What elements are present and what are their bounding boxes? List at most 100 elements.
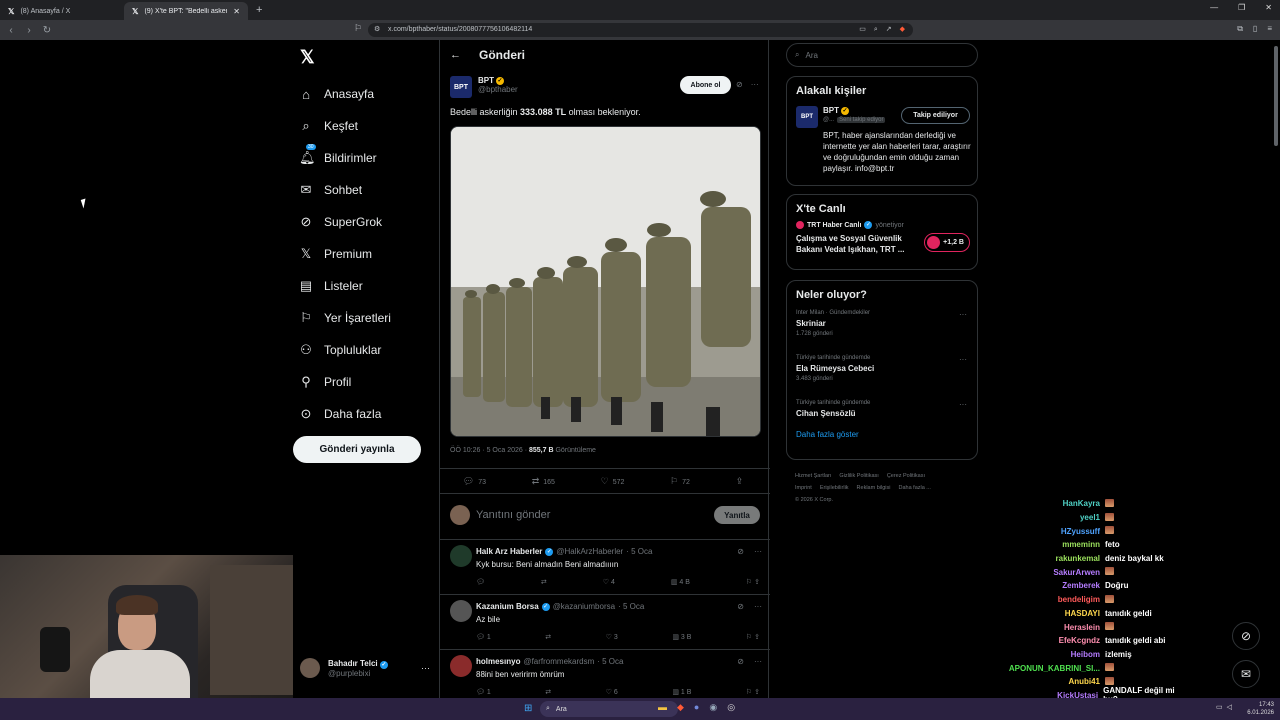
sidebar-item-notifications[interactable]: 🔔︎ 30 Bildirimler bbox=[299, 142, 391, 174]
reply-item[interactable]: Halk Arz Haberler ✓ @HalkArzHaberler · 5 Oc… bbox=[440, 540, 770, 595]
sidebar-item-premium[interactable]: 𝕏 Premium bbox=[299, 238, 391, 270]
chat-username[interactable]: HanKayra bbox=[990, 499, 1105, 508]
following-button[interactable]: Takip ediliyor bbox=[901, 107, 970, 124]
reply-input[interactable]: Yanıtını gönder bbox=[476, 509, 550, 521]
bookmark-icon[interactable]: ⚐ ⇪ bbox=[746, 633, 760, 641]
close-icon[interactable]: ✕ bbox=[233, 7, 240, 16]
grok-icon[interactable]: ⊘ bbox=[737, 657, 744, 666]
chat-username[interactable]: EfeKcgndz bbox=[990, 636, 1105, 645]
footer-link[interactable]: Hizmet Şartları bbox=[795, 473, 831, 479]
more-dots-icon[interactable]: ··· bbox=[959, 400, 967, 409]
footer-link[interactable]: Gizlilik Politikası bbox=[839, 473, 878, 479]
footer-link[interactable]: Reklam bilgisi bbox=[857, 485, 891, 491]
avatar[interactable] bbox=[450, 600, 472, 622]
views-icon[interactable]: ▥ 1 B bbox=[672, 688, 691, 696]
new-tab-button[interactable]: + bbox=[256, 4, 262, 16]
network-icon[interactable]: ▭ bbox=[1216, 703, 1223, 711]
chat-username[interactable]: Anubi41 bbox=[990, 677, 1105, 686]
reply-item[interactable]: Kazanium Borsa ✓ @kazaniumborsa · 5 Oca ⊘ ··… bbox=[440, 595, 770, 650]
tweet-author[interactable]: BPT BPT ✓ @bpthaber bbox=[450, 76, 518, 98]
reload-button[interactable]: ↻ bbox=[40, 25, 54, 36]
footer-link[interactable]: Çerez Politikası bbox=[887, 473, 925, 479]
search-input[interactable]: ⌕ Ara bbox=[786, 43, 978, 67]
sidebar-item-profile[interactable]: ⚲ Profil bbox=[299, 366, 391, 398]
x-logo-icon[interactable]: 𝕏 bbox=[300, 47, 315, 68]
views-icon[interactable]: ▥ 3 B bbox=[672, 633, 691, 641]
reply-date[interactable]: · 5 Oca bbox=[597, 657, 623, 666]
repost-icon[interactable]: ⇄ bbox=[545, 688, 551, 696]
more-dots-icon[interactable]: ··· bbox=[959, 355, 967, 364]
related-person[interactable]: BPT BPT ✓ @... Seni takip ediyor Takip edi… bbox=[787, 103, 977, 183]
more-dots-icon[interactable]: ··· bbox=[754, 547, 762, 556]
brave-browser-icon[interactable]: ◆ bbox=[677, 702, 684, 713]
repost-action[interactable]: ⇄ 165 bbox=[532, 476, 555, 487]
volume-icon[interactable]: ◁ bbox=[1227, 703, 1232, 711]
close-window-button[interactable]: ✕ bbox=[1265, 3, 1272, 12]
more-dots-icon[interactable]: ··· bbox=[754, 602, 762, 611]
bookmark-icon[interactable]: ⚐ ⇪ bbox=[746, 578, 760, 586]
clock[interactable]: 17:43 6.01.2026 bbox=[1247, 701, 1274, 717]
sidebar-item-lists[interactable]: ▤ Listeler bbox=[299, 270, 391, 302]
back-button[interactable]: ‹ bbox=[4, 25, 18, 36]
avatar[interactable] bbox=[450, 545, 472, 567]
avatar[interactable]: BPT bbox=[796, 106, 818, 128]
reply-handle[interactable]: @HalkArzHaberler bbox=[556, 547, 623, 556]
chat-username[interactable]: mmeminn bbox=[990, 540, 1105, 549]
grok-icon[interactable]: ⊘ bbox=[736, 80, 743, 89]
subscribe-button[interactable]: Abone ol bbox=[680, 76, 731, 94]
heart-icon[interactable]: ♡ 4 bbox=[603, 578, 615, 586]
more-dots-icon[interactable]: ··· bbox=[754, 657, 762, 666]
chat-username[interactable]: HZyussuff bbox=[990, 527, 1105, 536]
more-dots-icon[interactable]: ··· bbox=[959, 310, 967, 319]
reply-author[interactable]: Kazanium Borsa bbox=[476, 602, 539, 611]
share-icon[interactable]: ↗ bbox=[886, 23, 892, 37]
chat-username[interactable]: bendeligim bbox=[990, 595, 1105, 604]
tab-post[interactable]: 𝕏 (9) X'te BPT: "Bedelli askerliğin 3...… bbox=[124, 2, 248, 20]
menu-icon[interactable]: ≡ bbox=[1267, 24, 1272, 34]
sidebar-item-supergrok[interactable]: ⊘ SuperGrok bbox=[299, 206, 391, 238]
tweet-photo[interactable] bbox=[450, 126, 761, 437]
share-action[interactable]: ⇪ bbox=[736, 476, 748, 487]
chat-username[interactable]: SakurArwen bbox=[990, 568, 1105, 577]
grok-icon[interactable]: ⊘ bbox=[737, 602, 744, 611]
grok-icon[interactable]: ⊘ bbox=[737, 547, 744, 556]
tab-home[interactable]: 𝕏 (8) Anasayfa / X bbox=[0, 2, 124, 20]
reply-action[interactable]: 💬︎ 73 bbox=[463, 476, 486, 487]
footer-link[interactable]: Erişilebilirlik bbox=[820, 485, 849, 491]
site-info-icon[interactable]: ⚙ bbox=[374, 23, 380, 37]
views-icon[interactable]: ▥ 4 B bbox=[671, 578, 690, 586]
grok-fab-button[interactable]: ⊘ bbox=[1232, 622, 1260, 650]
messages-fab-button[interactable]: ✉ bbox=[1232, 660, 1260, 688]
repost-icon[interactable]: ⇄ bbox=[545, 633, 551, 641]
maximize-button[interactable]: ❐ bbox=[1238, 3, 1245, 12]
bookmark-action[interactable]: ⚐ 72 bbox=[670, 476, 690, 487]
sidebar-item-more[interactable]: ⊙ Daha fazla bbox=[299, 398, 391, 430]
heart-icon[interactable]: ♡ 3 bbox=[606, 633, 618, 641]
footer-link[interactable]: Daha fazla ... bbox=[898, 485, 930, 491]
post-button[interactable]: Gönderi yayınla bbox=[293, 436, 421, 463]
live-listeners-pill[interactable]: +1,2 B bbox=[924, 233, 970, 252]
cast-icon[interactable]: ▭ bbox=[859, 23, 866, 37]
heart-icon[interactable]: ♡ 6 bbox=[606, 688, 618, 696]
live-item[interactable]: TRT Haber Canlı ✓ yönetiyor Çalışma ve Sos… bbox=[787, 221, 977, 263]
shield-icon[interactable]: ◆ bbox=[900, 23, 905, 37]
extensions-icon[interactable]: ⧉ bbox=[1237, 24, 1243, 34]
trend-item[interactable]: Türkiye tarihinde gündemde Cihan Şensözl… bbox=[787, 397, 977, 427]
reply-button[interactable]: Yanıtla bbox=[714, 506, 760, 524]
scrollbar[interactable] bbox=[1274, 46, 1278, 146]
show-more-link[interactable]: Daha fazla göster bbox=[787, 427, 977, 439]
reply-handle[interactable]: @farfrommekardsm bbox=[523, 657, 594, 666]
sidebar-item-communities[interactable]: ⚇ Topluluklar bbox=[299, 334, 391, 366]
comment-icon[interactable]: 💬︎ bbox=[476, 578, 485, 586]
comment-icon[interactable]: 💬︎ 1 bbox=[476, 633, 491, 641]
comment-icon[interactable]: 💬︎ 1 bbox=[476, 688, 491, 696]
zoom-icon[interactable]: ⌕ bbox=[874, 23, 878, 37]
sidebar-icon[interactable]: ▯ bbox=[1253, 24, 1257, 34]
sidebar-item-explore[interactable]: ⌕ Keşfet bbox=[299, 110, 391, 142]
chat-username[interactable]: Heibom bbox=[990, 650, 1105, 659]
chat-username[interactable]: Zemberek bbox=[990, 581, 1105, 590]
related-name[interactable]: BPT bbox=[823, 106, 839, 115]
reply-item[interactable]: holmesınyo @farfrommekardsm · 5 Oca ⊘ ··· 8… bbox=[440, 650, 770, 705]
repost-icon[interactable]: ⇄ bbox=[541, 578, 547, 586]
discord-icon[interactable]: ● bbox=[694, 702, 699, 713]
